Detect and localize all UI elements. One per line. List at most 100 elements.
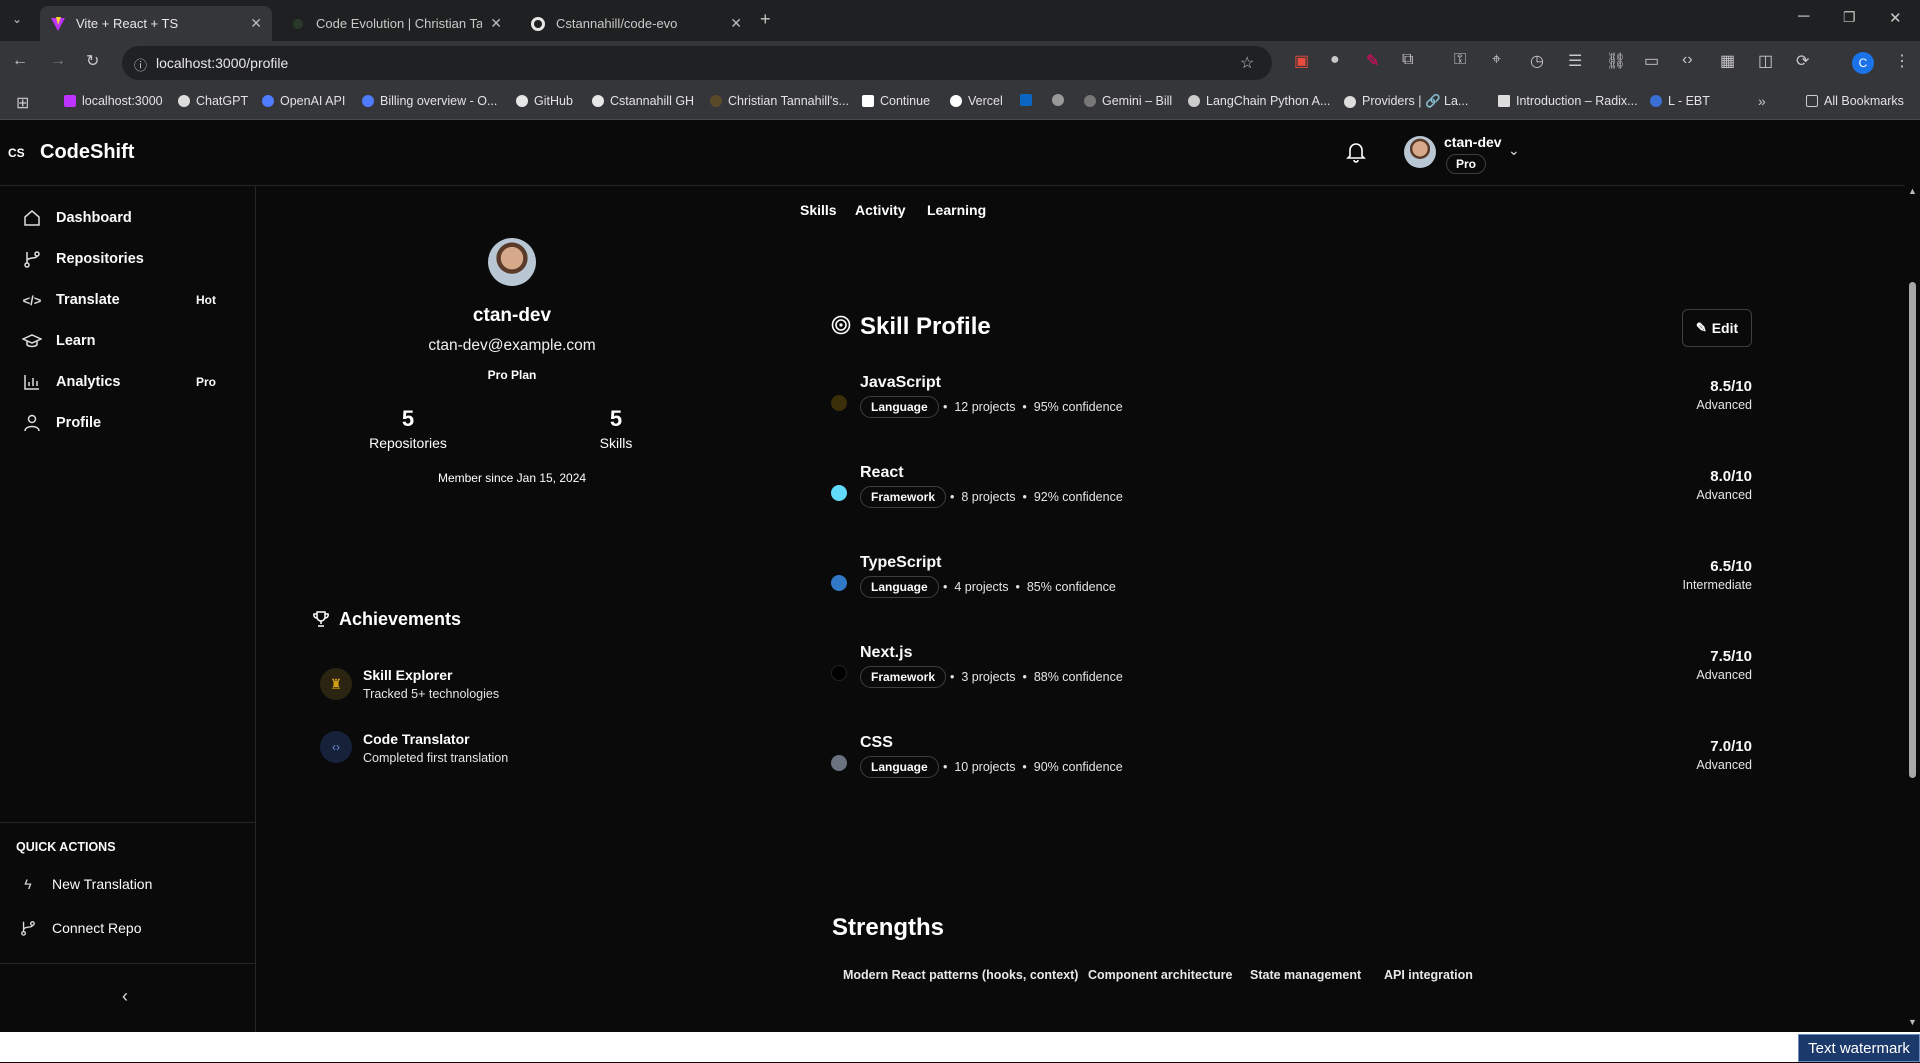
connect-repo-action[interactable]: Connect Repo [16, 910, 236, 946]
code-icon[interactable]: ‹› [1682, 51, 1693, 69]
apps-grid-icon[interactable]: ▦ [1720, 51, 1735, 71]
notifications-bell-icon[interactable] [1346, 141, 1366, 163]
reading-list-icon[interactable]: ☰ [1568, 51, 1582, 71]
app-name[interactable]: CodeShift [40, 141, 134, 164]
bookmark-item[interactable]: Introduction – Radix... [1498, 94, 1638, 108]
more-bookmarks-icon[interactable]: » [1758, 93, 1766, 109]
browser-tab[interactable]: Vite + React + TS ✕ [40, 6, 272, 41]
history-icon[interactable]: ◷ [1530, 51, 1544, 71]
close-tab-icon[interactable]: ✕ [730, 15, 742, 32]
profile-email: ctan-dev@example.com [428, 337, 596, 354]
scrollbar-thumb[interactable] [1909, 282, 1916, 778]
tab-search-icon[interactable]: ⌄ [12, 12, 22, 26]
bar-chart-icon [20, 370, 44, 394]
close-tab-icon[interactable]: ✕ [250, 15, 262, 32]
scroll-up-icon[interactable]: ▲ [1908, 186, 1917, 196]
extension-icon[interactable]: ⟳ [1796, 51, 1809, 71]
bookmark-item[interactable]: Gemini – Bill [1084, 94, 1172, 108]
bookmark-item[interactable]: GitHub [516, 94, 573, 108]
extension-icon[interactable]: ✎ [1366, 51, 1379, 71]
bookmark-item[interactable]: Billing overview - O... [362, 94, 497, 108]
extension-icon[interactable]: ● [1330, 51, 1340, 69]
browser-toolbar: ← → ↻ ⓘ localhost:3000/profile ☆ ▣ ● ✎ ⧉… [0, 41, 1920, 84]
browser-tab[interactable]: Cstannahill/code-evo ✕ [520, 6, 752, 41]
browser-menu-icon[interactable]: ⋮ [1894, 51, 1910, 71]
back-icon[interactable]: ← [12, 52, 28, 70]
tab-activity[interactable]: Activity [855, 202, 906, 218]
user-avatar[interactable] [1404, 136, 1436, 168]
browser-tab[interactable]: Code Evolution | Christian Tann ✕ [280, 6, 512, 41]
collapse-sidebar-chevron-left-icon[interactable]: ‹ [122, 986, 128, 1007]
side-panel-icon[interactable]: ◫ [1758, 51, 1773, 71]
address-bar[interactable]: ⓘ localhost:3000/profile ☆ [122, 46, 1272, 80]
sidebar-item-profile[interactable]: Profile [20, 405, 240, 441]
graduation-cap-icon [20, 329, 44, 353]
new-translation-action[interactable]: ϟ New Translation [16, 866, 236, 902]
skill-category-badge: Language [860, 576, 939, 598]
bookmark-item[interactable]: Providers | 🔗 La... [1344, 94, 1468, 109]
devices-icon[interactable]: ▭ [1644, 51, 1659, 71]
sidebar-item-repositories[interactable]: Repositories [20, 241, 240, 277]
bookmark-item[interactable]: localhost:3000 [64, 94, 163, 108]
user-menu-chevron-down-icon[interactable]: ⌄ [1508, 142, 1520, 159]
app-header: CS CodeShift ctan-dev Pro ⌄ [0, 120, 1905, 186]
skill-name: Next.js [860, 644, 913, 661]
site-info-icon[interactable]: ⓘ [134, 55, 147, 74]
bookmark-item[interactable]: Cstannahill GH [592, 94, 694, 108]
skill-meta: • 10 projects • 90% confidence [943, 760, 1123, 774]
bookmark-item[interactable]: L - EBT [1650, 94, 1710, 108]
bookmark-item[interactable]: LangChain Python A... [1188, 94, 1330, 108]
achievement-desc: Tracked 5+ technologies [363, 687, 500, 701]
logo-mark: CS [8, 146, 25, 160]
skill-confidence: 92% confidence [1033, 490, 1123, 504]
edit-icon: ✎ [1695, 320, 1707, 335]
sidebar-item-translate[interactable]: </> Translate Hot [20, 282, 240, 318]
site-icon [1650, 95, 1662, 107]
link-icon[interactable]: ⛓ [1606, 51, 1626, 71]
close-window-icon[interactable]: ✕ [1889, 9, 1902, 27]
bookmark-item[interactable]: OpenAI API [262, 94, 345, 108]
bookmark-item[interactable]: ChatGPT [178, 94, 248, 108]
bookmark-item[interactable]: Christian Tannahill's... [710, 94, 849, 108]
skill-level: Advanced [1696, 668, 1752, 682]
new-tab-icon[interactable]: + [760, 9, 771, 30]
skill-projects: 3 projects [961, 670, 1016, 684]
minimize-window-icon[interactable]: ─ [1798, 8, 1809, 26]
password-key-icon[interactable]: ⚿ [1454, 51, 1466, 69]
bookmark-star-icon[interactable]: ☆ [1240, 53, 1254, 73]
edit-button[interactable]: ✎ Edit [1682, 309, 1752, 347]
apps-icon[interactable]: ⊞ [16, 93, 29, 113]
scrollbar[interactable]: ▲ ▼ [1905, 120, 1920, 1032]
sidebar-item-dashboard[interactable]: Dashboard [20, 200, 240, 236]
forward-icon[interactable]: → [50, 52, 66, 70]
tab-learning[interactable]: Learning [927, 202, 986, 218]
user-icon [20, 411, 44, 435]
url-text: localhost:3000/profile [156, 55, 289, 71]
bookmark-item[interactable]: Vercel [950, 94, 1003, 108]
git-branch-icon [20, 247, 44, 271]
restore-window-icon[interactable]: ❐ [1843, 9, 1856, 26]
bookmark-item[interactable]: Continue [862, 94, 930, 108]
bookmark-item[interactable] [1052, 94, 1070, 106]
skill-projects: 10 projects [954, 760, 1016, 774]
all-bookmarks-button[interactable]: All Bookmarks [1806, 94, 1904, 108]
bookmark-item[interactable] [1020, 94, 1038, 106]
divider [0, 822, 255, 823]
browser-profile-avatar[interactable]: C [1852, 52, 1874, 74]
strength-tag: State management [1250, 968, 1362, 982]
extensions-puzzle-icon[interactable]: ⧉ [1402, 51, 1413, 69]
edit-label: Edit [1711, 320, 1739, 336]
close-tab-icon[interactable]: ✕ [490, 15, 502, 32]
skill-row: React Framework • 8 projects • 92% confide… [831, 464, 1752, 524]
extension-icon[interactable]: ▣ [1294, 51, 1309, 71]
reload-icon[interactable]: ↻ [86, 51, 99, 71]
sidebar-item-analytics[interactable]: Analytics Pro [20, 364, 240, 400]
location-icon[interactable]: ⌖ [1492, 51, 1501, 69]
stat-label: Skills [599, 435, 633, 451]
bookmark-label: GitHub [534, 94, 573, 108]
tab-skills[interactable]: Skills [800, 202, 837, 218]
sidebar-item-learn[interactable]: Learn [20, 323, 240, 359]
bookmark-label: Christian Tannahill's... [728, 94, 849, 108]
scroll-down-icon[interactable]: ▼ [1908, 1017, 1917, 1027]
bookmark-label: OpenAI API [280, 94, 346, 108]
